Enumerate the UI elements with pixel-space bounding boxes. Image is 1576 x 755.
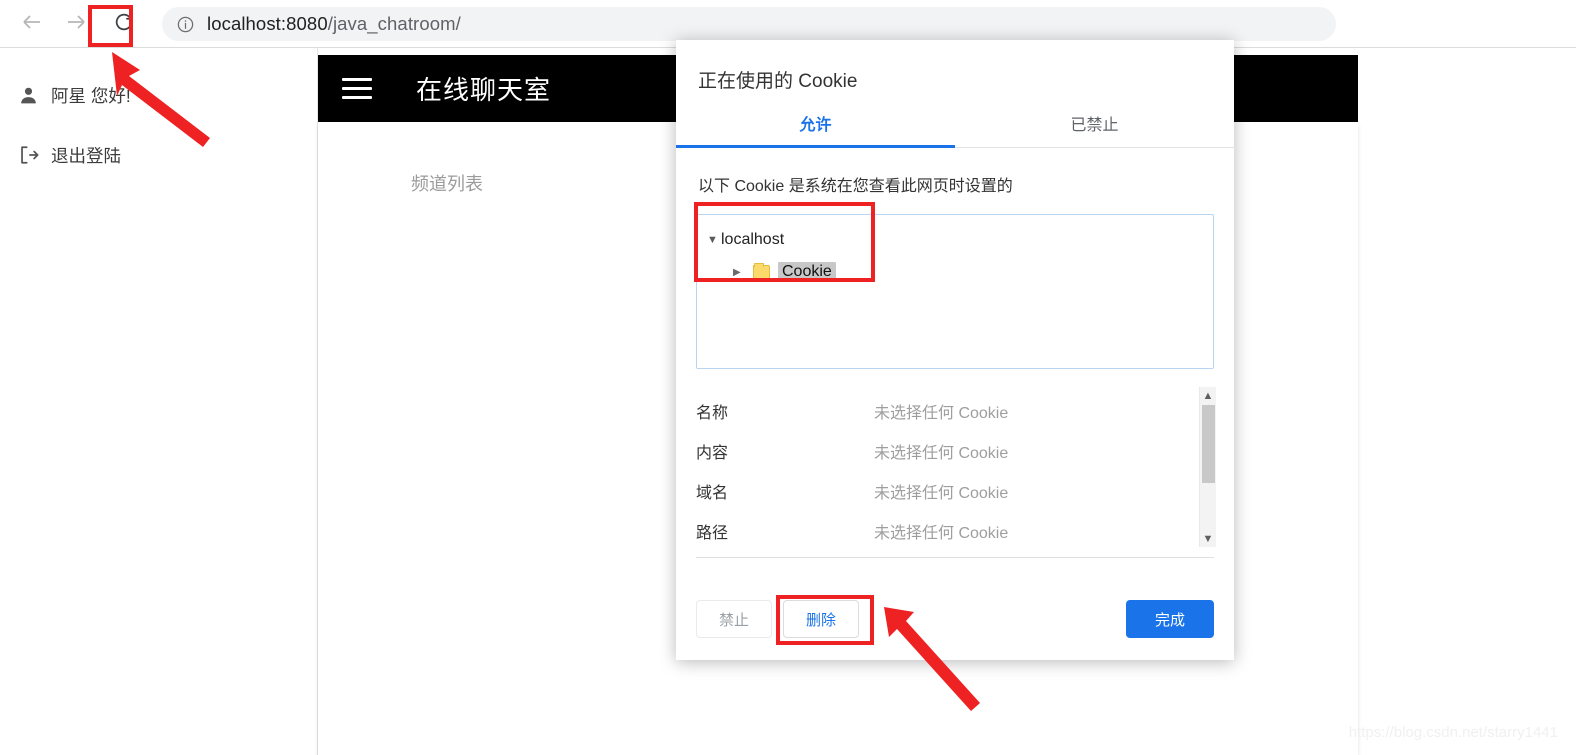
dialog-description: 以下 Cookie 是系统在您查看此网页时设置的 <box>698 178 1013 195</box>
cookie-dialog: 正在使用的 Cookie 允许 已禁止 以下 Cookie 是系统在您查看此网页… <box>676 40 1234 660</box>
chevron-down-icon[interactable]: ▼ <box>707 234 721 246</box>
hamburger-menu-icon[interactable] <box>342 78 372 99</box>
detail-key: 名称 <box>696 405 729 422</box>
back-button[interactable] <box>14 6 50 42</box>
detail-value: 未选择任何 Cookie <box>874 445 1009 462</box>
sidebar-item-user[interactable]: 阿星 您好! <box>0 76 317 114</box>
tab-allowed[interactable]: 允许 <box>676 111 955 147</box>
channel-list-label: 频道列表 <box>411 174 483 194</box>
tree-node-cookie[interactable]: ▶ Cookie <box>733 259 1203 285</box>
site-info-icon[interactable] <box>176 15 195 34</box>
sidebar-item-logout[interactable]: 退出登陆 <box>0 136 317 174</box>
sidebar-item-user-label: 阿星 您好! <box>51 85 131 106</box>
watermark: https://blog.csdn.net/starry1441 <box>1348 724 1558 741</box>
dialog-tabs: 允许 已禁止 <box>676 111 1234 148</box>
detail-value: 未选择任何 Cookie <box>874 485 1009 502</box>
chevron-down-icon[interactable]: ▼ <box>1203 530 1214 547</box>
screen-root: localhost:8080/java_chatroom/ 阿星 您好! 退出登… <box>0 0 1576 755</box>
arrow-right-icon <box>64 10 88 39</box>
active-tab-underline <box>676 145 955 148</box>
detail-row: 名称 未选择任何 Cookie <box>696 391 1214 431</box>
detail-row: 域名 未选择任何 Cookie <box>696 471 1214 511</box>
chevron-right-icon[interactable]: ▶ <box>733 267 747 278</box>
details-scrollbar[interactable]: ▲ ▼ <box>1199 387 1216 547</box>
dialog-title: 正在使用的 Cookie <box>698 71 858 92</box>
detail-value: 未选择任何 Cookie <box>874 405 1009 422</box>
scrollbar-thumb[interactable] <box>1202 405 1215 483</box>
page-title: 在线聊天室 <box>416 75 552 105</box>
reload-icon <box>113 11 135 38</box>
block-button[interactable]: 禁止 <box>696 600 772 638</box>
delete-button[interactable]: 删除 <box>783 600 859 638</box>
detail-key: 路径 <box>696 525 729 542</box>
detail-row: 内容 未选择任何 Cookie <box>696 431 1214 471</box>
dialog-footer: 禁止 删除 完成 <box>676 600 1234 660</box>
arrow-left-icon <box>20 10 44 39</box>
user-icon <box>18 85 48 106</box>
folder-icon <box>753 263 770 279</box>
address-bar-text: localhost:8080/java_chatroom/ <box>207 13 461 35</box>
page-sidebar: 阿星 您好! 退出登陆 <box>0 48 318 755</box>
address-bar[interactable]: localhost:8080/java_chatroom/ <box>162 7 1336 41</box>
reload-button[interactable] <box>106 6 142 42</box>
logout-icon <box>18 144 48 166</box>
detail-key: 内容 <box>696 445 729 462</box>
tree-node-localhost[interactable]: ▼ localhost <box>707 227 1203 253</box>
detail-row: 路径 未选择任何 Cookie <box>696 511 1214 551</box>
tab-blocked[interactable]: 已禁止 <box>955 111 1234 147</box>
url-path: /java_chatroom/ <box>327 13 461 34</box>
detail-value: 未选择任何 Cookie <box>874 525 1009 542</box>
tree-node-localhost-label: localhost <box>721 231 785 248</box>
cookie-tree[interactable]: ▼ localhost ▶ Cookie <box>696 214 1214 369</box>
cookie-details-list: 名称 未选择任何 Cookie 内容 未选择任何 Cookie 域名 未选择任何… <box>696 387 1216 558</box>
url-host: localhost:8080 <box>207 13 328 34</box>
tree-node-cookie-label: Cookie <box>778 262 836 282</box>
chevron-up-icon[interactable]: ▲ <box>1203 387 1214 404</box>
detail-key: 域名 <box>696 485 729 502</box>
done-button[interactable]: 完成 <box>1126 600 1214 638</box>
sidebar-item-logout-label: 退出登陆 <box>51 145 121 166</box>
forward-button[interactable] <box>58 6 94 42</box>
